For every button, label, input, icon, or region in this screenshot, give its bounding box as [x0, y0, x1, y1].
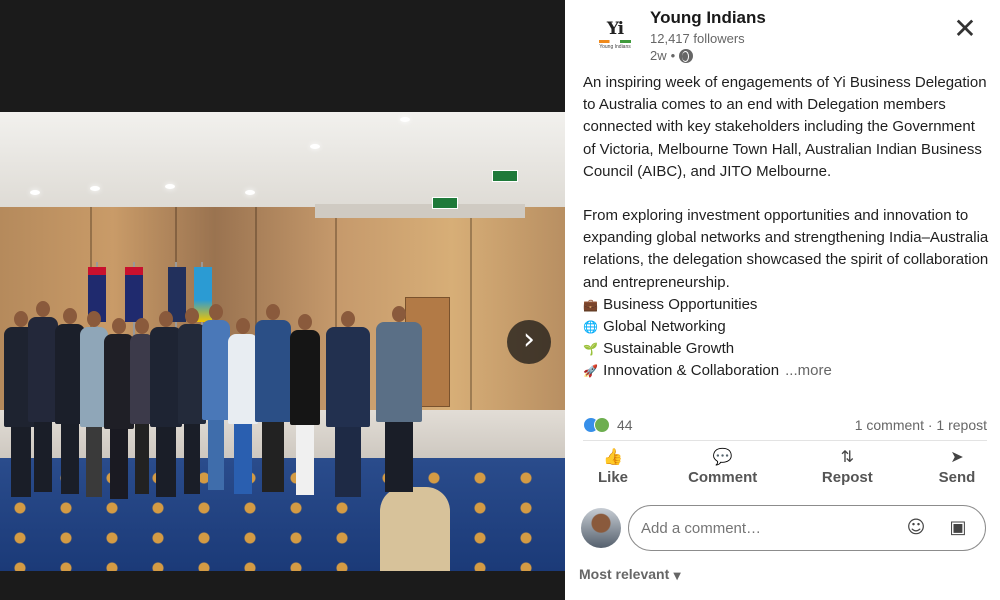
repost-label: Repost: [821, 469, 873, 486]
post-meta: 2w •: [650, 48, 766, 63]
exit-sign: [492, 170, 518, 182]
thumbs-up-icon: 👍: [603, 447, 623, 466]
close-icon: ✕: [953, 12, 977, 45]
post-paragraph-1: An inspiring week of engagements of Yi B…: [583, 74, 987, 180]
reaction-summary[interactable]: 44: [583, 417, 633, 433]
chevron-right-icon: ›: [523, 322, 535, 357]
image-icon[interactable]: ▣: [943, 513, 973, 543]
hashtag-line: 🌱 Sustainable Growth: [583, 338, 991, 360]
photo-ceiling: [0, 112, 565, 207]
sort-label: Most relevant: [579, 566, 670, 582]
globe-icon: 🌐: [583, 320, 598, 335]
send-icon: ➤: [950, 447, 964, 466]
repost-button[interactable]: ⇅ Repost: [802, 447, 892, 493]
comment-input[interactable]: [641, 519, 889, 537]
hashtag-line: 🌐 Global Networking: [583, 316, 991, 338]
author-info: Young Indians 12,417 followers 2w •: [650, 8, 766, 63]
next-image-button[interactable]: ›: [507, 320, 551, 364]
rocket-icon: 🚀: [583, 364, 598, 379]
person: [28, 301, 58, 492]
person: [326, 311, 370, 497]
logo-text: Yi: [606, 19, 624, 39]
person: [255, 304, 291, 492]
comment-label: Comment: [688, 469, 758, 486]
send-label: Send: [938, 469, 976, 486]
caret-down-icon: ▼: [673, 571, 681, 582]
post-age: 2w: [650, 48, 667, 63]
hashtag-line: 💼 Business Opportunities: [583, 294, 991, 316]
divider: [583, 440, 987, 441]
exit-sign: [432, 197, 458, 209]
globe-icon: [679, 48, 694, 63]
media-viewer: ›: [0, 0, 565, 600]
follower-count: 12,417 followers: [650, 31, 745, 46]
post-paragraph-2: From exploring investment opportunities …: [583, 207, 989, 291]
seedling-icon: 🌱: [583, 342, 598, 357]
briefcase-icon: 💼: [583, 297, 598, 312]
comment-button[interactable]: 💬 Comment: [678, 447, 768, 493]
social-counts: 44 1 comment · 1 repost: [583, 413, 987, 437]
author-name[interactable]: Young Indians: [650, 8, 766, 28]
person: [202, 304, 230, 490]
sort-dropdown[interactable]: Most relevant ▼: [579, 566, 681, 582]
comment-box: ☺ ▣: [628, 505, 986, 551]
comments-reposts-count[interactable]: 1 comment · 1 repost: [855, 417, 987, 433]
send-button[interactable]: ➤ Send: [927, 447, 987, 493]
hashtag-line: 🚀 Innovation & Collaboration ...more: [583, 360, 991, 382]
post-photo: [0, 112, 565, 571]
person: [290, 314, 320, 495]
user-avatar[interactable]: [581, 508, 621, 548]
like-button[interactable]: 👍 Like: [583, 447, 643, 493]
comment-icon: 💬: [712, 447, 733, 466]
australia-flag: [125, 267, 143, 322]
reaction-count: 44: [617, 417, 633, 433]
emoji-icon[interactable]: ☺: [901, 513, 931, 543]
like-label: Like: [597, 469, 628, 486]
post-panel: Yi Young Indians Young Indians 12,417 fo…: [565, 0, 1000, 600]
repost-icon: ⇅: [840, 447, 855, 466]
logo-subtext: Young Indians: [599, 44, 631, 50]
author-logo[interactable]: Yi Young Indians: [589, 12, 641, 64]
photo-chair: [380, 487, 450, 571]
person: [228, 318, 258, 494]
close-button[interactable]: ✕: [950, 14, 980, 44]
post-body: An inspiring week of engagements of Yi B…: [583, 72, 991, 383]
person: [376, 306, 422, 492]
see-more-link[interactable]: ...more: [785, 362, 832, 379]
celebrate-reaction-icon: [594, 417, 610, 433]
action-bar: 👍 Like 💬 Comment ⇅ Repost ➤ Send: [583, 447, 987, 493]
